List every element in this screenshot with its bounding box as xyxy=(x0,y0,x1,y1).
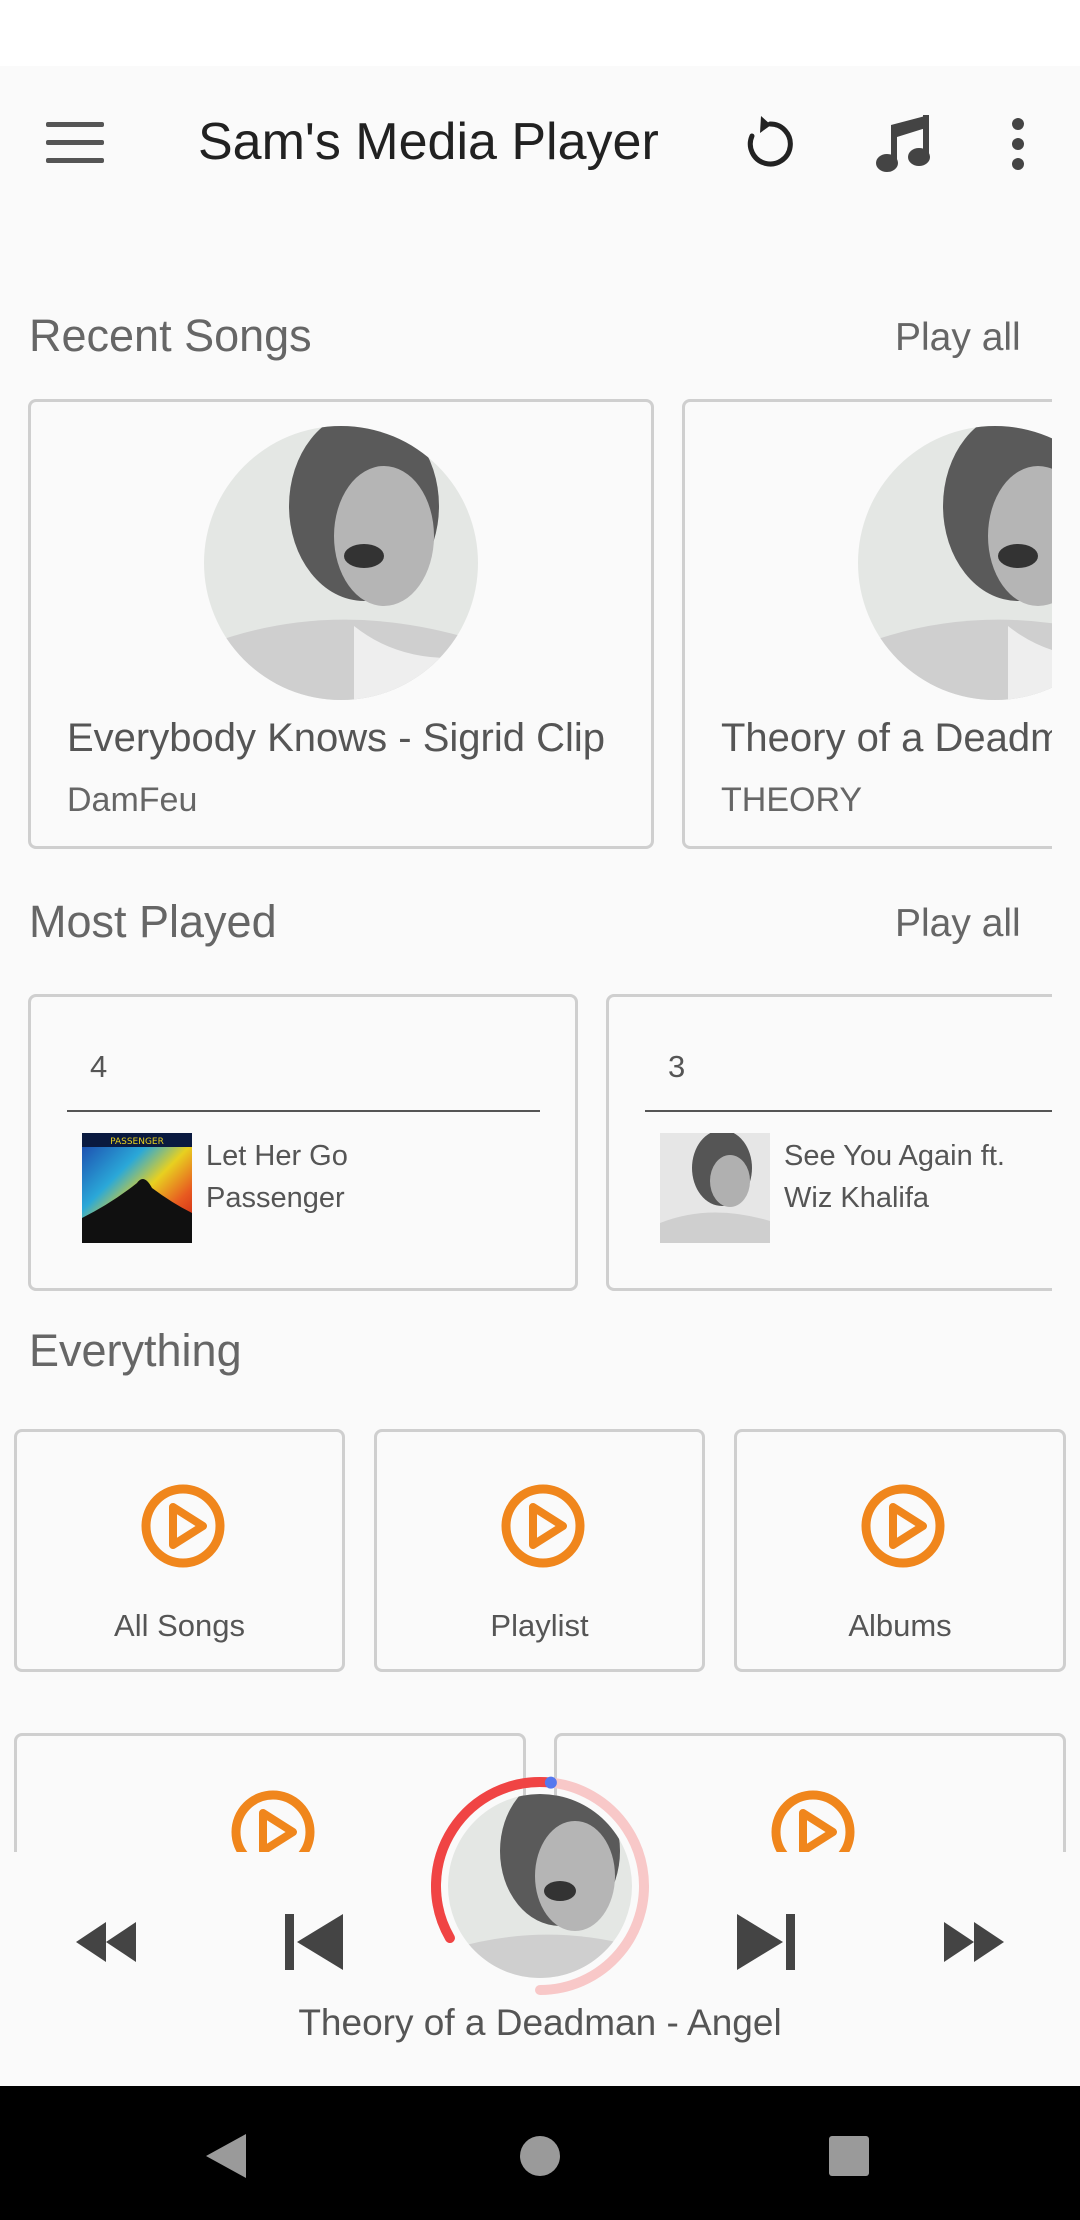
now-playing-title: Theory of a Deadman - Angel xyxy=(298,2002,782,2043)
play-count: 4 xyxy=(90,1049,108,1084)
recent-song-title: Everybody Knows - Sigrid Clip xyxy=(67,716,605,760)
app-bar: Sam's Media Player xyxy=(0,66,1080,222)
most-played-song-artist: Passenger xyxy=(206,1182,345,1214)
nav-home-icon[interactable] xyxy=(518,2134,562,2178)
system-nav-bar xyxy=(0,2086,1080,2220)
nav-back-icon[interactable] xyxy=(204,2132,248,2180)
most-played-song-title: Let Her Go xyxy=(206,1140,348,1172)
most-played-carousel-clip: 3 See You Again ft. Wiz Khalifa xyxy=(606,994,1052,1291)
now-playing-bar: Theory of a Deadman - Angel xyxy=(0,1776,1080,2086)
most-played-song-artist: Wiz Khalifa xyxy=(784,1182,930,1214)
app-title: Sam's Media Player xyxy=(198,113,659,171)
fast-forward-icon[interactable] xyxy=(934,1902,1014,1982)
play-circle-icon xyxy=(501,1484,585,1568)
category-albums[interactable]: Albums xyxy=(734,1429,1066,1672)
status-bar xyxy=(0,0,1080,66)
skip-next-icon[interactable] xyxy=(726,1897,806,1987)
recent-song-title: Theory of a Deadman - Angel xyxy=(721,716,1052,760)
most-played-card[interactable]: 3 See You Again ft. Wiz Khalifa xyxy=(606,994,1052,1291)
most-played-song-title: See You Again ft. xyxy=(784,1140,1005,1172)
play-circle-icon xyxy=(771,1790,855,1854)
svg-text:PASSENGER: PASSENGER xyxy=(110,1137,164,1147)
recent-songs-title: Recent Songs xyxy=(29,310,312,361)
category-label: Albums xyxy=(848,1608,952,1643)
play-circle-icon xyxy=(861,1484,945,1568)
music-note-icon[interactable] xyxy=(862,104,942,184)
more-vertical-icon[interactable] xyxy=(978,104,1058,184)
most-played-title: Most Played xyxy=(29,896,277,947)
album-art xyxy=(204,426,478,700)
category-label: Playlist xyxy=(490,1608,589,1643)
play-count: 3 xyxy=(668,1049,686,1084)
recent-song-card[interactable]: Everybody Knows - Sigrid Clip DamFeu xyxy=(28,399,654,849)
recent-carousel-clip: Theory of a Deadman - Angel THEORY xyxy=(682,399,1052,849)
skip-previous-icon[interactable] xyxy=(274,1897,354,1987)
recent-song-artist: THEORY xyxy=(721,781,863,819)
refresh-icon[interactable] xyxy=(730,104,810,184)
nav-recents-icon[interactable] xyxy=(828,2135,870,2177)
album-thumbnail: PASSENGER xyxy=(82,1133,192,1243)
recent-play-all-button[interactable]: Play all xyxy=(895,316,1021,360)
album-art xyxy=(858,426,1052,700)
hamburger-menu-icon[interactable] xyxy=(46,122,104,166)
most-played-card[interactable]: 4 PASSENGER Let Her Go Passenger xyxy=(28,994,578,1291)
category-label: All Songs xyxy=(114,1608,245,1643)
divider xyxy=(645,1110,1052,1112)
divider xyxy=(67,1110,540,1112)
play-circle-icon xyxy=(231,1790,315,1854)
most-played-play-all-button[interactable]: Play all xyxy=(895,902,1021,946)
play-circle-icon xyxy=(141,1484,225,1568)
album-thumbnail xyxy=(660,1133,770,1243)
player-album-art-with-progress[interactable] xyxy=(430,1776,650,1996)
category-playlist[interactable]: Playlist xyxy=(374,1429,705,1672)
recent-song-card[interactable]: Theory of a Deadman - Angel THEORY xyxy=(682,399,1052,849)
category-all-songs[interactable]: All Songs xyxy=(14,1429,345,1672)
everything-title: Everything xyxy=(29,1325,242,1376)
rewind-icon[interactable] xyxy=(66,1902,146,1982)
recent-song-artist: DamFeu xyxy=(67,781,198,819)
